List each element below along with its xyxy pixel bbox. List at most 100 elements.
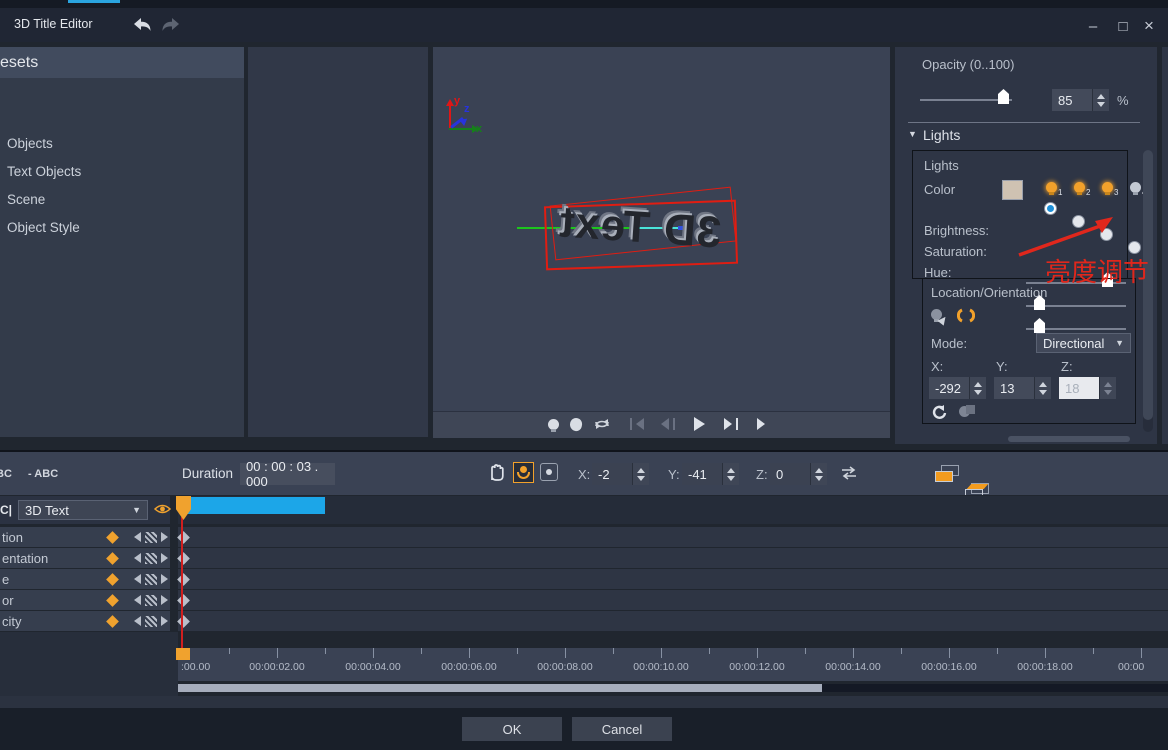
next-frame-icon[interactable]: [724, 418, 738, 430]
pan-hand-icon[interactable]: [488, 464, 505, 482]
toolbar-x-input[interactable]: -2: [592, 463, 632, 485]
track-selector-dropdown[interactable]: 3D Text▼: [18, 500, 148, 520]
light-3-radio[interactable]: [1100, 228, 1113, 241]
prev-keyframe-icon[interactable]: [134, 532, 141, 542]
move-object-icon[interactable]: [959, 406, 970, 417]
reset-rotation-icon[interactable]: [931, 405, 947, 421]
toolbar-z-spinner[interactable]: [810, 463, 827, 485]
duration-value[interactable]: 00 : 00 : 03 . 000: [240, 463, 335, 485]
track-visibility-eye-icon[interactable]: [154, 503, 171, 515]
mode-dropdown[interactable]: Directional▼: [1036, 333, 1131, 353]
track-row-color-lane[interactable]: [178, 590, 1168, 610]
next-keyframe-icon[interactable]: [161, 616, 168, 626]
light-rotate-icon[interactable]: [957, 308, 975, 323]
keyframe-toggle[interactable]: [106, 573, 119, 586]
y-input[interactable]: 13: [994, 377, 1034, 399]
keyframe-toggle[interactable]: [106, 531, 119, 544]
lights-section-header[interactable]: Lights: [923, 127, 960, 143]
keyframe-toggle[interactable]: [106, 594, 119, 607]
inspector-vscrollbar[interactable]: [1143, 150, 1153, 432]
keyframe-mode-icon[interactable]: [145, 574, 157, 585]
timeline-ruler[interactable]: :00.00 00:00:02.00 00:00:04.00 00:00:06.…: [178, 648, 1168, 681]
x-spinner[interactable]: [969, 377, 986, 399]
next-keyframe-icon[interactable]: [161, 532, 168, 542]
timeline-hscrollbar-thumb[interactable]: [178, 684, 822, 692]
opacity-spinner[interactable]: [1092, 89, 1109, 111]
keyframe-marker[interactable]: [177, 573, 190, 586]
keyframe-marker[interactable]: [177, 552, 190, 565]
y-spinner[interactable]: [1034, 377, 1051, 399]
toolbar-z-input[interactable]: 0: [770, 463, 810, 485]
go-to-start-icon[interactable]: [630, 418, 644, 430]
loop-icon[interactable]: [593, 417, 611, 431]
keyframe-mode-icon[interactable]: [145, 553, 157, 564]
face-front-icon[interactable]: [935, 465, 961, 483]
minimize-button[interactable]: –: [1082, 18, 1104, 36]
ok-button[interactable]: OK: [462, 717, 562, 741]
keyframe-mode-icon[interactable]: [145, 532, 157, 543]
play-to-end-icon[interactable]: [757, 418, 765, 430]
remove-text-button[interactable]: - ABC: [28, 468, 58, 480]
keyframe-marker[interactable]: [177, 594, 190, 607]
next-keyframe-icon[interactable]: [161, 553, 168, 563]
track-row-scale-lane[interactable]: [178, 569, 1168, 589]
prev-keyframe-icon[interactable]: [134, 616, 141, 626]
play-icon[interactable]: [694, 417, 705, 431]
keyframe-mode-icon[interactable]: [145, 595, 157, 606]
keyframe-toggle[interactable]: [106, 615, 119, 628]
track-row-opacity-lane[interactable]: [178, 611, 1168, 631]
maximize-button[interactable]: □: [1112, 18, 1134, 36]
prev-keyframe-icon[interactable]: [134, 553, 141, 563]
rotate-tool-selected[interactable]: [513, 462, 534, 483]
toolbar-y-spinner[interactable]: [722, 463, 739, 485]
light-select-icon[interactable]: [931, 309, 942, 320]
sidebar-item-object-style[interactable]: Object Style: [7, 220, 80, 235]
keyframe-marker[interactable]: [177, 615, 190, 628]
title-clip-bar[interactable]: [184, 497, 325, 514]
light-1-bulb-icon[interactable]: 1: [1046, 182, 1057, 193]
clip-lane: [178, 496, 1168, 524]
prev-keyframe-icon[interactable]: [134, 595, 141, 605]
sidebar-item-objects[interactable]: Objects: [7, 136, 53, 151]
sidebar-header-presets[interactable]: esets: [0, 47, 244, 78]
keyframe-toggle[interactable]: [106, 552, 119, 565]
background-accent-sliver: [68, 0, 120, 3]
lights-section-triangle-icon[interactable]: ▼: [908, 129, 917, 139]
next-keyframe-icon[interactable]: [161, 595, 168, 605]
prev-keyframe-icon[interactable]: [134, 574, 141, 584]
cancel-button[interactable]: Cancel: [572, 717, 672, 741]
light-color-swatch[interactable]: [1002, 180, 1023, 200]
toolbar-y-input[interactable]: -41: [682, 463, 722, 485]
3d-text-object[interactable]: 3D Text: [543, 190, 737, 265]
ruler-playhead-marker[interactable]: [176, 648, 190, 660]
close-button[interactable]: ×: [1138, 17, 1160, 35]
light-4-bulb-icon[interactable]: 4: [1130, 182, 1141, 193]
opacity-slider[interactable]: [920, 99, 1012, 101]
previous-frame-icon[interactable]: [661, 418, 675, 430]
sidebar-item-scene[interactable]: Scene: [7, 192, 45, 207]
toolbar-x-spinner[interactable]: [632, 463, 649, 485]
next-keyframe-icon[interactable]: [161, 574, 168, 584]
playhead-line[interactable]: [181, 517, 183, 648]
light-preview-icon[interactable]: [548, 419, 559, 430]
sidebar-item-text-objects[interactable]: Text Objects: [7, 164, 81, 179]
keyframe-marker[interactable]: [177, 531, 190, 544]
swap-axes-icon[interactable]: [840, 466, 858, 480]
inspector-hscrollbar-thumb[interactable]: [1008, 436, 1130, 442]
opacity-value[interactable]: 85: [1052, 89, 1092, 111]
focus-tool-icon[interactable]: [540, 463, 558, 481]
light-3-bulb-icon[interactable]: 3: [1102, 182, 1113, 193]
opacity-slider-thumb[interactable]: [998, 89, 1009, 104]
track-row-position-lane[interactable]: [178, 527, 1168, 547]
track-row-orientation-lane[interactable]: [178, 548, 1168, 568]
sphere-preview-icon[interactable]: [569, 416, 583, 431]
light-2-radio[interactable]: [1072, 215, 1085, 228]
light-1-radio[interactable]: [1044, 202, 1057, 215]
light-2-bulb-icon[interactable]: 2: [1074, 182, 1085, 193]
x-input[interactable]: -292: [929, 377, 969, 399]
keyframe-mode-icon[interactable]: [145, 616, 157, 627]
undo-icon[interactable]: [133, 17, 153, 32]
add-text-button-fragment[interactable]: BC: [0, 468, 12, 480]
redo-icon[interactable]: [160, 17, 180, 32]
timeline-hscrollbar[interactable]: [178, 684, 1168, 692]
